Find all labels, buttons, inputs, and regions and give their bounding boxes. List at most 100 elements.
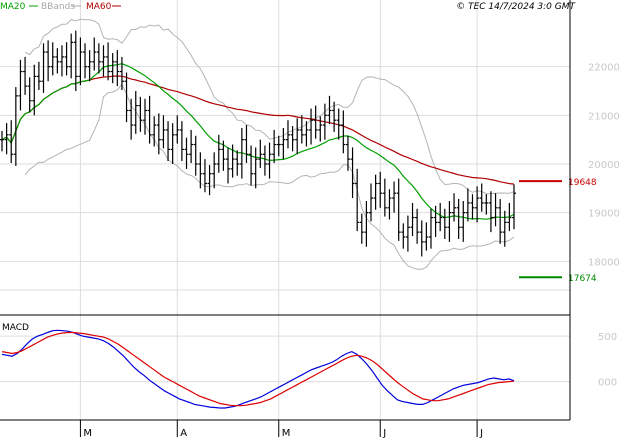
ohlc-bar — [475, 186, 480, 223]
ohlc-bar — [299, 115, 304, 144]
ohlc-bar — [36, 61, 41, 91]
ohlc-bar — [18, 59, 23, 111]
ohlc-bar — [235, 150, 240, 176]
ohlc-bar — [405, 215, 410, 252]
ohlc-bar — [193, 135, 198, 176]
ohlc-bar — [106, 42, 111, 81]
ohlc-bar — [484, 194, 489, 215]
ohlc-bar — [101, 45, 106, 77]
ohlc-bar — [27, 77, 32, 113]
ohlc-bar — [262, 145, 267, 176]
ohlc-bar — [46, 40, 51, 82]
ohlc-bar — [345, 135, 350, 171]
ohlc-bar — [295, 118, 300, 155]
ohlc-bar — [249, 145, 254, 186]
ohlc-bar — [198, 152, 203, 189]
price-levels: 19648 17674 — [519, 178, 597, 284]
ohlc-bar — [341, 110, 346, 154]
ohlc-bar — [281, 127, 286, 160]
ohlc-bar — [382, 178, 387, 217]
ohlc-bar — [493, 193, 498, 227]
ohlc-bar — [92, 37, 97, 71]
ohlc-bar — [161, 115, 166, 149]
ohlc-bar — [87, 50, 92, 82]
macd-series-line — [1, 329, 515, 409]
macd-label: MACD — [2, 323, 29, 333]
ohlc-bar — [369, 183, 374, 222]
price-tick-label: 19000 — [588, 209, 620, 220]
ohlc-bar — [428, 208, 433, 249]
copyright-text: © TEC 14/7/2024 3:0 GMT — [456, 2, 576, 12]
legend-ma20-label: MA20 — [0, 2, 26, 12]
ohlc-bar — [166, 121, 171, 162]
signal-series-line — [1, 331, 515, 407]
ohlc-bar — [488, 191, 493, 233]
ohlc-bar — [41, 43, 46, 93]
price-tick-label: 18000 — [588, 257, 620, 268]
price-tick-label: 22000 — [588, 63, 620, 74]
ohlc-bar — [470, 194, 475, 220]
ohlc-bar — [226, 147, 231, 184]
ohlc-bar — [207, 164, 212, 196]
ohlc-bar — [498, 199, 503, 244]
y-axis: 18000 19000 20000 21000 22000 500 000 — [588, 63, 620, 389]
chart-canvas: 19648 17674 18000 19000 20000 21000 22000 500 0… — [0, 0, 620, 439]
ohlc-bar — [327, 95, 332, 125]
ohlc-bar — [133, 91, 138, 134]
ohlc-bar — [138, 96, 143, 132]
ohlc-bar — [419, 220, 424, 257]
ohlc-bar — [156, 113, 161, 155]
ohlc-bar — [50, 42, 55, 76]
ohlc-bar — [110, 53, 115, 84]
x-tick-label: M — [282, 428, 291, 439]
ohlc-bar — [442, 208, 447, 239]
ohlc-bar — [452, 193, 457, 222]
ohlc-bar — [373, 174, 378, 210]
ohlc-bar — [415, 208, 420, 244]
ohlc-bar — [512, 184, 516, 230]
ohlc-bar — [272, 129, 277, 164]
ohlc-bar — [355, 168, 360, 232]
ohlc-bar — [73, 30, 78, 91]
stock-chart: 19648 17674 18000 19000 20000 21000 22000 500 0… — [0, 0, 627, 440]
ohlc-bar — [447, 200, 452, 242]
ohlc-bar — [129, 98, 134, 140]
ma20-series-line — [1, 63, 515, 220]
macd-lines — [1, 329, 515, 409]
ohlc-bar — [23, 56, 28, 95]
x-tick-label: A — [180, 428, 187, 439]
ohlc-bar — [479, 183, 484, 212]
ohlc-bar — [216, 134, 221, 173]
x-tick-label: M — [83, 428, 92, 439]
ohlc-bar — [456, 199, 461, 239]
x-tick-label: J — [382, 428, 386, 439]
ohlc-bar — [142, 98, 147, 135]
legend-bbands-label: BBands — [41, 2, 75, 12]
ohlc-bar — [55, 48, 60, 74]
ohlc-bar — [69, 33, 74, 79]
ohlc-bar — [359, 213, 364, 244]
ohlc-bar — [461, 200, 466, 242]
legend: MA20 BBands MA60 — [0, 2, 121, 12]
ohlc-bar — [83, 43, 88, 79]
ohlc-bar — [64, 42, 69, 76]
ohlc-bar — [410, 202, 415, 237]
ohlc-bar — [401, 223, 406, 249]
ohlc-bar — [175, 115, 180, 144]
ohlc-bar — [309, 108, 314, 145]
ohlc-bar — [424, 222, 429, 251]
ohlc-bar — [179, 121, 184, 162]
ohlc-bar — [350, 147, 355, 199]
ohlc-bar — [276, 135, 281, 157]
ohlc-bar — [115, 50, 120, 87]
ohlc-bar — [59, 45, 64, 77]
ohlc-bars — [0, 30, 516, 257]
macd-tick-label: 500 — [598, 332, 617, 343]
ohlc-bar — [285, 120, 290, 149]
ohlc-bar — [0, 130, 4, 152]
ohlc-bar — [378, 171, 383, 208]
ohlc-bar — [147, 95, 152, 144]
price-tick-label: 20000 — [588, 160, 620, 171]
resistance-level-label: 19648 — [568, 178, 597, 188]
legend-ma60-label: MA60 — [86, 2, 112, 12]
